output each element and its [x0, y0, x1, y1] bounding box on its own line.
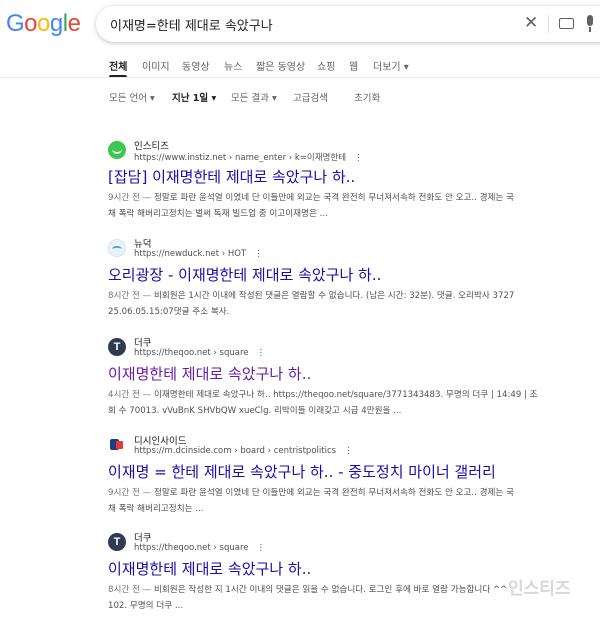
site-url: https://m.dcinside.com › board › centris… — [134, 446, 353, 456]
result-title-link[interactable]: 이재명한테 제대로 속았구나 하.. — [108, 365, 588, 384]
logo-letter-4: g — [49, 10, 63, 37]
search-input[interactable]: 이재명=한테 제대로 속았구나 — [110, 15, 273, 34]
result-source[interactable]: T 더쿠 https://theqoo.net › square ⋮ — [108, 335, 588, 363]
result-source[interactable]: 디시인사이드 https://m.dcinside.com › board › … — [108, 433, 588, 461]
logo-letter-2: o — [24, 10, 38, 37]
result-title-link[interactable]: [잡담] 이재명한테 제대로 속았구나 하.. — [108, 168, 588, 187]
language-filter[interactable]: 모든 언어 ▾ — [109, 90, 155, 104]
result-time: 4시간 전 — — [108, 390, 154, 400]
snippet-line-2: 102. 무명의 더쿠 ... — [108, 600, 184, 611]
keyboard-icon[interactable] — [559, 18, 574, 29]
more-options-icon[interactable]: ⋮ — [256, 348, 265, 358]
site-url-text: https://www.instiz.net › name_enter › k=… — [134, 153, 347, 163]
result-source[interactable]: T 더쿠 https://theqoo.net › square ⋮ — [108, 530, 588, 558]
site-name: 뉴덕 — [134, 239, 152, 250]
search-divider — [548, 15, 549, 33]
result-snippet: 8시간 전 — 비회원은 1시간 이내에 작성된 댓글은 열람할 수 없습니다.… — [108, 289, 594, 320]
tab-more[interactable]: 더보기 ▾ — [373, 58, 409, 73]
result-time: 8시간 전 — — [108, 585, 154, 595]
tab-web[interactable]: 웹 — [349, 58, 358, 73]
google-logo[interactable]: Google — [6, 10, 81, 38]
snippet-line-2: 채 폭락 해버리고정치는 벌써 독재 빌드업 중 이고이재명은 ... — [108, 208, 328, 219]
newduck-favicon-icon — [108, 239, 126, 257]
snippet-line-1: 정말로 파란 윤석열 이였네 단 이들만에 외교는 국격 완전히 무너져서속하 … — [153, 488, 514, 498]
logo-letter-3: o — [37, 10, 50, 37]
instiz-favicon-icon — [108, 141, 126, 159]
snippet-line-1: 정말로 파란 윤석열 이였네 단 이들만에 외교는 국격 완전히 무너져서속하 … — [153, 193, 514, 203]
result-time: 9시간 전 — — [108, 488, 154, 498]
mic-icon[interactable] — [587, 15, 593, 32]
tab-news[interactable]: 뉴스 — [224, 58, 242, 73]
more-options-icon[interactable]: ⋮ — [254, 249, 263, 259]
result-time: 8시간 전 — — [108, 291, 154, 301]
result-title-link[interactable]: 오리광장 - 이재명한테 제대로 속았구나 하.. — [108, 266, 588, 285]
snippet-line-2: 회 수 70013. vVuBnK SHVbQW xueClg. 리박이들 이래… — [108, 405, 402, 416]
tab-videos[interactable]: 동영상 — [182, 58, 210, 73]
site-url-text: https://m.dcinside.com › board › centris… — [134, 446, 337, 456]
site-url: https://theqoo.net › square ⋮ — [134, 348, 265, 358]
search-result: T 더쿠 https://theqoo.net › square ⋮ 이재명한테 … — [108, 530, 588, 614]
time-filter[interactable]: 지난 1일 ▾ — [172, 90, 216, 104]
logo-letter-6: e — [67, 10, 81, 37]
dcinside-favicon-icon — [108, 436, 126, 454]
tab-images[interactable]: 이미지 — [142, 58, 170, 73]
site-url-text: https://theqoo.net › square — [134, 543, 249, 553]
search-result: 뉴덕 https://newduck.net › HOT ⋮ 오리광장 - 이재명… — [108, 236, 588, 320]
result-time: 9시간 전 — — [108, 193, 154, 203]
site-url: https://newduck.net › HOT ⋮ — [134, 249, 263, 259]
search-tabs: 전체 이미지 동영상 뉴스 짧은 동영상 쇼핑 웹 더보기 ▾ — [0, 52, 600, 78]
header: Google 이재명=한테 제대로 속았구나 ✕ — [0, 0, 600, 50]
search-tools: 모든 언어 ▾ 지난 1일 ▾ 모든 결과 ▾ 고급검색 초기화 — [0, 90, 600, 108]
snippet-line-1: 이재명한테 제대로 속았구나 하.. https://theqoo.net/sq… — [153, 390, 538, 400]
close-icon[interactable]: ✕ — [524, 13, 538, 33]
theqoo-favicon-icon: T — [108, 533, 126, 551]
search-box[interactable]: 이재명=한테 제대로 속았구나 ✕ — [96, 6, 600, 42]
more-options-icon[interactable]: ⋮ — [344, 446, 353, 456]
result-snippet: 9시간 전 — 정말로 파란 윤석열 이였네 단 이들만에 외교는 국격 완전히… — [108, 486, 594, 517]
site-url-text: https://newduck.net › HOT — [134, 249, 247, 259]
snippet-line-2: 채 폭락 해버리고정치는 ... — [108, 503, 204, 514]
site-name: 인스티즈 — [134, 141, 169, 152]
watermark: 인스티즈 — [508, 579, 571, 599]
more-options-icon[interactable]: ⋮ — [354, 153, 363, 163]
result-title-link[interactable]: 이재명 = 한테 제대로 속았구나 하.. - 중도정치 마이너 갤러리 — [108, 463, 588, 482]
site-name: 디시인사이드 — [134, 436, 187, 447]
tab-shopping[interactable]: 쇼핑 — [317, 58, 335, 73]
site-url: https://theqoo.net › square ⋮ — [134, 543, 265, 553]
reset-link[interactable]: 초기화 — [354, 90, 380, 104]
snippet-line-1: 비회원은 작성한 지 1시간 이내의 댓글은 읽을 수 없습니다. 로그인 후에… — [153, 585, 508, 595]
logo-letter-1: G — [6, 10, 25, 37]
result-snippet: 4시간 전 — 이재명한테 제대로 속았구나 하.. https://theqo… — [108, 388, 594, 419]
search-result: 디시인사이드 https://m.dcinside.com › board › … — [108, 433, 588, 517]
theqoo-favicon-icon: T — [108, 338, 126, 356]
result-snippet: 9시간 전 — 정말로 파란 윤석열 이였네 단 이들만에 외교는 국격 완전히… — [108, 191, 594, 222]
site-url: https://www.instiz.net › name_enter › k=… — [134, 151, 363, 163]
site-url-text: https://theqoo.net › square — [134, 348, 249, 358]
more-options-icon[interactable]: ⋮ — [256, 543, 265, 553]
result-source[interactable]: 인스티즈 https://www.instiz.net › name_enter… — [108, 138, 588, 166]
search-result: T 더쿠 https://theqoo.net › square ⋮ 이재명한테 … — [108, 335, 588, 419]
site-name: 더쿠 — [134, 338, 152, 349]
snippet-line-2: 25.06.05.15:07댓글 주소 복사. — [108, 306, 230, 317]
advanced-search-link[interactable]: 고급검색 — [293, 90, 328, 104]
result-source[interactable]: 뉴덕 https://newduck.net › HOT ⋮ — [108, 236, 588, 264]
search-result: 인스티즈 https://www.instiz.net › name_enter… — [108, 138, 588, 222]
tab-short-videos[interactable]: 짧은 동영상 — [256, 58, 305, 73]
site-name: 더쿠 — [134, 533, 152, 544]
snippet-line-1: 비회원은 1시간 이내에 작성된 댓글은 열람할 수 없습니다. (남은 시간:… — [153, 291, 515, 301]
tabs-divider — [0, 77, 600, 78]
results-filter[interactable]: 모든 결과 ▾ — [231, 90, 277, 104]
tab-all[interactable]: 전체 — [109, 58, 127, 73]
